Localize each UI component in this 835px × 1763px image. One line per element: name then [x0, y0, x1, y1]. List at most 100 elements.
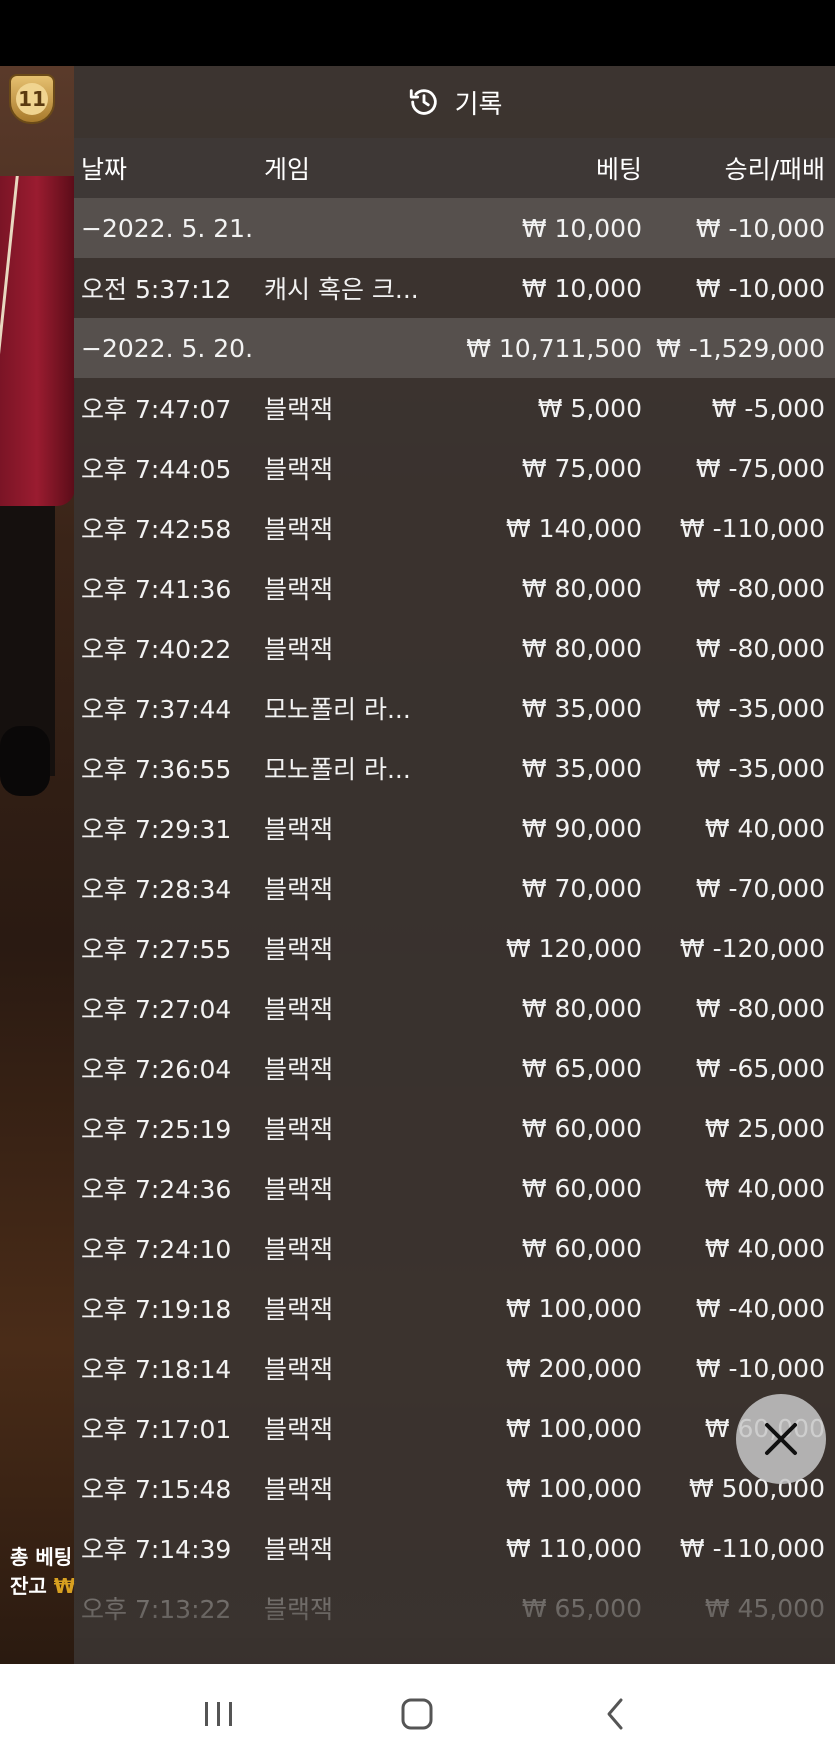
column-win-loss: 승리/패배	[724, 155, 825, 184]
back-button[interactable]	[586, 1684, 646, 1744]
row-win-loss: ₩ -120,000	[679, 933, 825, 963]
table-row: 오후 7:37:44 모노폴리 라... ₩ 35,000 ₩ -35,000	[74, 678, 835, 738]
row-time: 오후 7:13:22	[81, 1595, 232, 1624]
row-game: 블랙잭	[264, 575, 334, 604]
row-win-loss: ₩ -10,000	[695, 273, 825, 303]
row-game: 블랙잭	[264, 1355, 334, 1384]
row-bet: ₩ 80,000	[521, 993, 642, 1023]
dealer-shoe	[0, 726, 50, 796]
row-time: 오전 5:37:12	[81, 275, 232, 304]
row-time: 오후 7:47:07	[81, 395, 232, 424]
row-win-loss: ₩ -80,000	[695, 993, 825, 1023]
row-bet: ₩ 80,000	[521, 573, 642, 603]
table-row: 오후 7:44:05 블랙잭 ₩ 75,000 ₩ -75,000	[74, 438, 835, 498]
table-row: 오후 7:15:48 블랙잭 ₩ 100,000 ₩ 500,000	[74, 1458, 835, 1518]
table-row: 오후 7:28:34 블랙잭 ₩ 70,000 ₩ -70,000	[74, 858, 835, 918]
recents-button[interactable]	[189, 1684, 249, 1744]
date-group-row[interactable]: −2022. 5. 21. ₩ 10,000 ₩ -10,000	[74, 198, 835, 258]
table-row: 오후 7:27:04 블랙잭 ₩ 80,000 ₩ -80,000	[74, 978, 835, 1038]
row-win-loss: ₩ -70,000	[695, 873, 825, 903]
history-panel: 기록 날짜 게임 베팅 승리/패배 −2022. 5. 21. ₩ 10,000 ₩…	[74, 66, 835, 1664]
row-game: 블랙잭	[264, 635, 334, 664]
close-icon	[765, 1423, 797, 1455]
row-win-loss: ₩ -110,000	[679, 1533, 825, 1563]
row-game: 캐시 혹은 크...	[264, 275, 419, 304]
row-bet: ₩ 80,000	[521, 633, 642, 663]
rank-number: 11	[18, 87, 46, 111]
row-game: 블랙잭	[264, 1175, 334, 1204]
row-bet: ₩ 75,000	[521, 453, 642, 483]
table-row: 오후 7:25:19 블랙잭 ₩ 60,000 ₩ 25,000	[74, 1098, 835, 1158]
row-bet: ₩ 100,000	[505, 1293, 642, 1323]
close-button[interactable]	[736, 1394, 826, 1484]
row-win-loss: ₩ -110,000	[679, 513, 825, 543]
table-row: 오후 7:27:55 블랙잭 ₩ 120,000 ₩ -120,000	[74, 918, 835, 978]
date-group-row[interactable]: −2022. 5. 20. ₩ 10,711,500 ₩ -1,529,000	[74, 318, 835, 378]
row-game: 블랙잭	[264, 1295, 334, 1324]
row-bet: ₩ 35,000	[521, 693, 642, 723]
table-row: 오후 7:40:22 블랙잭 ₩ 80,000 ₩ -80,000	[74, 618, 835, 678]
table-row: 오후 7:17:01블랙잭₩ 100,000₩ 60,000	[74, 1398, 835, 1458]
group-bet-total: ₩ 10,000	[521, 213, 642, 243]
row-bet: ₩ 120,000	[505, 933, 642, 963]
row-bet: ₩ 65,000	[521, 1053, 642, 1083]
table-row: 오후 7:41:36 블랙잭 ₩ 80,000 ₩ -80,000	[74, 558, 835, 618]
group-win-total: ₩ -1,529,000	[656, 333, 825, 363]
row-win-loss: ₩ 40,000	[704, 1173, 825, 1203]
row-time: 오후 7:26:04	[81, 1055, 232, 1084]
row-bet: ₩ 60,000	[521, 1233, 642, 1263]
row-game: 블랙잭	[264, 1055, 334, 1084]
table-row: 오후 7:13:22 블랙잭 ₩ 65,000 ₩ 45,000	[74, 1578, 835, 1638]
row-win-loss: ₩ 40,000	[704, 813, 825, 843]
table-row: 오후 7:14:39 블랙잭 ₩ 110,000 ₩ -110,000	[74, 1518, 835, 1578]
home-button[interactable]	[387, 1684, 447, 1744]
row-win-loss: ₩ -5,000	[711, 393, 825, 423]
row-win-loss: ₩ -65,000	[695, 1053, 825, 1083]
panel-header: 기록	[74, 66, 835, 138]
table-row: 오후 7:18:14 블랙잭 ₩ 200,000 ₩ -10,000	[74, 1338, 835, 1398]
row-game: 블랙잭	[264, 1115, 334, 1144]
row-bet: ₩ 35,000	[521, 753, 642, 783]
home-icon	[401, 1698, 433, 1729]
group-win-total: ₩ -10,000	[695, 213, 825, 243]
row-bet: ₩ 90,000	[521, 813, 642, 843]
row-time: 오후 7:40:22	[81, 635, 232, 664]
row-win-loss: ₩ -75,000	[695, 453, 825, 483]
row-game: 모노폴리 라...	[264, 695, 411, 724]
table-row: 오후 7:36:55 모노폴리 라... ₩ 35,000 ₩ -35,000	[74, 738, 835, 798]
history-list[interactable]: −2022. 5. 21. ₩ 10,000 ₩ -10,000 오전 5:37:12…	[74, 198, 835, 1638]
row-time: 오후 7:36:55	[81, 755, 232, 784]
history-icon	[409, 89, 437, 115]
side-info: 총 베팅 잔고 ₩	[10, 1543, 76, 1601]
row-time: 오후 7:29:31	[81, 815, 232, 844]
row-time: 오후 7:27:55	[81, 935, 232, 964]
row-bet: ₩ 60,000	[521, 1113, 642, 1143]
total-bet-label: 총 베팅	[10, 1545, 73, 1569]
table-row: 오후 7:29:31 블랙잭 ₩ 90,000 ₩ 40,000	[74, 798, 835, 858]
status-bar	[0, 0, 835, 66]
row-time: 오후 7:15:48	[81, 1475, 232, 1504]
recents-icon	[205, 1701, 233, 1726]
row-bet: ₩ 70,000	[521, 873, 642, 903]
row-win-loss: ₩ -80,000	[695, 573, 825, 603]
row-win-loss: ₩ -35,000	[695, 753, 825, 783]
row-win-loss: ₩ -80,000	[695, 633, 825, 663]
row-win-loss: ₩ -10,000	[695, 1353, 825, 1383]
table-row: 오후 7:24:36 블랙잭 ₩ 60,000 ₩ 40,000	[74, 1158, 835, 1218]
row-time: 오후 7:24:36	[81, 1175, 232, 1204]
row-time: 오후 7:37:44	[81, 695, 232, 724]
row-game: 블랙잭	[264, 1235, 334, 1264]
row-game: 블랙잭	[264, 875, 334, 904]
row-bet: ₩ 60,000	[521, 1173, 642, 1203]
row-game: 모노폴리 라...	[264, 755, 411, 784]
row-time: 오후 7:27:04	[81, 995, 232, 1024]
group-bet-total: ₩ 10,711,500	[466, 333, 642, 363]
row-time: 오후 7:18:14	[81, 1355, 232, 1384]
navigation-bar	[0, 1664, 835, 1763]
row-game: 블랙잭	[264, 1535, 334, 1564]
rank-badge[interactable]: 11	[9, 74, 55, 124]
row-game: 블랙잭	[264, 455, 334, 484]
table-row: 오전 5:37:12 캐시 혹은 크... ₩ 10,000 ₩ -10,000	[74, 258, 835, 318]
row-game: 블랙잭	[264, 935, 334, 964]
row-bet: ₩ 140,000	[505, 513, 642, 543]
